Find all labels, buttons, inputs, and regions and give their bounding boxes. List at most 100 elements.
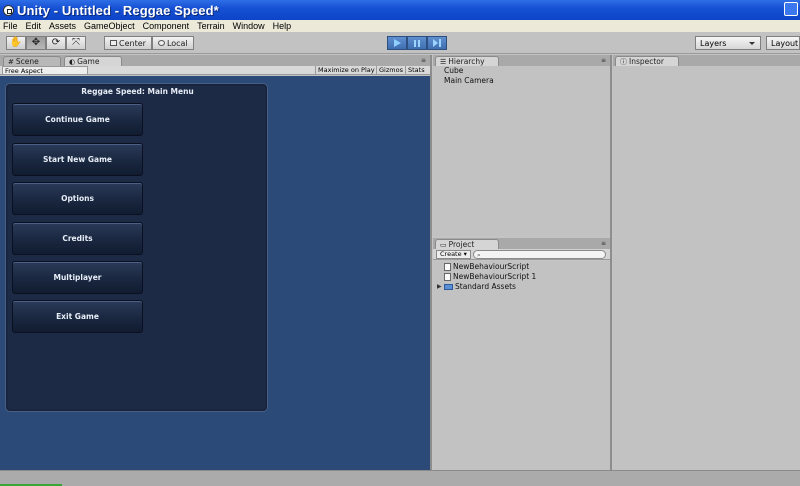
layout-dropdown[interactable]: Layout bbox=[766, 36, 800, 50]
project-toolbar: Create ▾ ⌕ bbox=[433, 249, 610, 260]
pause-button[interactable] bbox=[407, 36, 427, 50]
game-view-toolbar: Free Aspect Maximize on Play Gizmos Stat… bbox=[0, 66, 430, 75]
scale-icon: ⤧ bbox=[72, 37, 80, 48]
expand-arrow-icon[interactable]: ▶ bbox=[437, 283, 442, 290]
tab-hierarchy-label: Hierarchy bbox=[448, 57, 485, 66]
main-toolbar: ✋ ✥ ⟳ ⤧ Center Local Layers Layout bbox=[0, 32, 800, 54]
step-button[interactable] bbox=[427, 36, 447, 50]
exit-game-button[interactable]: Exit Game bbox=[12, 300, 143, 333]
script-icon bbox=[444, 262, 451, 271]
layers-dropdown[interactable]: Layers bbox=[695, 36, 761, 50]
tab-game[interactable]: ◐ Game bbox=[64, 56, 122, 66]
project-item-label: NewBehaviourScript 1 bbox=[453, 272, 537, 281]
create-label: Create bbox=[440, 250, 462, 258]
project-item-script[interactable]: NewBehaviourScript bbox=[444, 262, 529, 271]
panel-menu-icon[interactable]: ≡ bbox=[601, 57, 609, 64]
window-control-button[interactable] bbox=[784, 2, 798, 16]
hand-icon: ✋ bbox=[9, 37, 23, 48]
search-icon: ⌕ bbox=[477, 251, 481, 259]
script-icon bbox=[444, 272, 451, 281]
tab-scene-label: Scene bbox=[15, 57, 39, 66]
space-local-button[interactable]: Local bbox=[151, 36, 194, 50]
folder-icon bbox=[444, 283, 453, 290]
continue-game-button[interactable]: Continue Game bbox=[12, 103, 143, 136]
pivot-icon bbox=[110, 40, 117, 46]
rotate-tool-button[interactable]: ⟳ bbox=[46, 36, 66, 50]
panel-divider[interactable] bbox=[610, 55, 612, 470]
options-button[interactable]: Options bbox=[12, 182, 143, 215]
hand-tool-button[interactable]: ✋ bbox=[6, 36, 26, 50]
tab-inspector-label: Inspector bbox=[629, 57, 664, 66]
status-bar bbox=[0, 470, 800, 486]
playback-controls bbox=[387, 36, 447, 50]
space-label: Local bbox=[166, 38, 188, 48]
tab-hierarchy[interactable]: ☰ Hierarchy bbox=[435, 56, 499, 66]
game-view: Reggae Speed: Main Menu Continue Game St… bbox=[0, 76, 430, 470]
start-new-game-button[interactable]: Start New Game bbox=[12, 143, 143, 176]
create-dropdown[interactable]: Create ▾ bbox=[436, 250, 471, 259]
pause-icon bbox=[414, 39, 420, 47]
gizmos-toggle[interactable]: Gizmos bbox=[376, 66, 405, 75]
scale-tool-button[interactable]: ⤧ bbox=[66, 36, 86, 50]
tab-inspector[interactable]: ⓘ Inspector bbox=[615, 56, 679, 66]
scene-game-tabstrip: # Scene ◐ Game ≡ bbox=[0, 55, 431, 66]
stats-toggle[interactable]: Stats bbox=[405, 66, 427, 75]
list-icon: ☰ bbox=[440, 57, 447, 66]
project-panel bbox=[433, 261, 610, 470]
layers-label: Layers bbox=[700, 38, 727, 48]
panel-menu-icon[interactable]: ≡ bbox=[421, 57, 429, 64]
transform-tools: ✋ ✥ ⟳ ⤧ bbox=[6, 36, 86, 50]
panel-menu-icon[interactable]: ≡ bbox=[601, 240, 609, 247]
project-item-label: Standard Assets bbox=[455, 282, 516, 291]
project-item-label: NewBehaviourScript bbox=[453, 262, 530, 271]
window-title: Unity - Untitled - Reggae Speed* bbox=[17, 2, 219, 18]
play-icon bbox=[393, 39, 401, 47]
step-icon bbox=[433, 39, 441, 47]
menu-component[interactable]: Component bbox=[143, 21, 190, 31]
tab-game-label: Game bbox=[77, 57, 100, 66]
menu-file[interactable]: File bbox=[3, 21, 18, 31]
menu-edit[interactable]: Edit bbox=[26, 21, 42, 31]
move-tool-button[interactable]: ✥ bbox=[26, 36, 46, 50]
menu-help[interactable]: Help bbox=[273, 21, 292, 31]
pivot-tools: Center Local bbox=[104, 36, 194, 50]
inspector-panel bbox=[613, 66, 800, 470]
chevron-down-icon bbox=[749, 42, 755, 45]
project-item-script-1[interactable]: NewBehaviourScript 1 bbox=[444, 272, 536, 281]
maximize-on-play-toggle[interactable]: Maximize on Play bbox=[315, 66, 377, 75]
hierarchy-item-main-camera[interactable]: Main Camera bbox=[444, 76, 494, 85]
menu-terrain[interactable]: Terrain bbox=[197, 21, 225, 31]
credits-button[interactable]: Credits bbox=[12, 222, 143, 255]
menu-assets[interactable]: Assets bbox=[49, 21, 76, 31]
menu-gameobject[interactable]: GameObject bbox=[84, 21, 135, 31]
unity-logo-icon bbox=[3, 4, 14, 16]
local-space-icon bbox=[157, 40, 165, 46]
title-bar: Unity - Untitled - Reggae Speed* bbox=[0, 0, 800, 20]
inspector-tabstrip: ⓘ Inspector bbox=[613, 55, 800, 66]
grid-icon: # bbox=[8, 57, 14, 66]
project-item-standard-assets[interactable]: Standard Assets bbox=[444, 282, 516, 291]
main-menu-panel: Reggae Speed: Main Menu Continue Game St… bbox=[5, 83, 268, 412]
multiplayer-button[interactable]: Multiplayer bbox=[12, 261, 143, 294]
hierarchy-panel: Cube Main Camera bbox=[433, 66, 610, 236]
menu-bar: File Edit Assets GameObject Component Te… bbox=[0, 20, 800, 32]
tab-project[interactable]: ▭ Project bbox=[435, 239, 499, 249]
rotate-icon: ⟳ bbox=[51, 37, 61, 48]
aspect-label: Free Aspect bbox=[5, 67, 43, 75]
hierarchy-tabstrip: ☰ Hierarchy ≡ bbox=[433, 55, 610, 66]
aspect-dropdown[interactable]: Free Aspect bbox=[2, 66, 88, 75]
pivot-center-button[interactable]: Center bbox=[104, 36, 152, 50]
tab-scene[interactable]: # Scene bbox=[3, 56, 61, 66]
folder-icon: ▭ bbox=[440, 240, 447, 249]
panel-divider[interactable] bbox=[430, 55, 432, 470]
game-icon: ◐ bbox=[69, 57, 76, 66]
pivot-label: Center bbox=[119, 38, 146, 48]
hierarchy-item-cube[interactable]: Cube bbox=[444, 66, 463, 75]
menu-window[interactable]: Window bbox=[233, 21, 265, 31]
play-button[interactable] bbox=[387, 36, 407, 50]
project-search-input[interactable]: ⌕ bbox=[473, 250, 606, 259]
layout-label: Layout bbox=[771, 38, 799, 48]
tab-project-label: Project bbox=[448, 240, 475, 249]
info-icon: ⓘ bbox=[620, 57, 627, 66]
move-icon: ✥ bbox=[31, 37, 41, 48]
